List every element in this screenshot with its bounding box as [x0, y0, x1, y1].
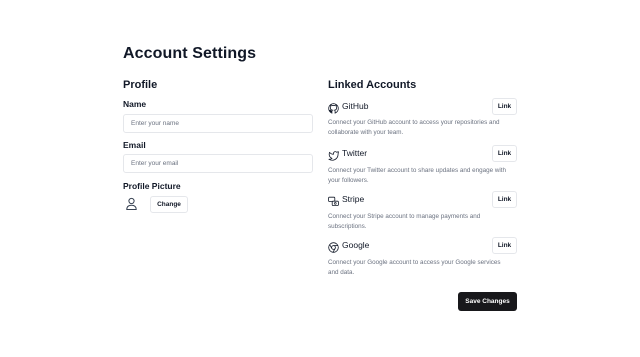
- user-icon: [125, 197, 138, 211]
- link-github-button[interactable]: Link: [492, 98, 517, 115]
- link-stripe-button[interactable]: Link: [492, 191, 517, 208]
- linked-accounts-title: Linked Accounts: [328, 79, 417, 91]
- github-account-name: GitHub: [342, 101, 369, 111]
- email-input[interactable]: [123, 154, 313, 173]
- google-chrome-icon: [328, 240, 339, 253]
- twitter-account-name: Twitter: [342, 148, 368, 158]
- page-title: Account Settings: [123, 45, 257, 62]
- link-google-button[interactable]: Link: [492, 237, 517, 254]
- link-twitter-button[interactable]: Link: [492, 145, 517, 162]
- twitter-icon: [328, 148, 339, 161]
- name-input[interactable]: [123, 114, 313, 133]
- google-account-name: Google: [342, 240, 370, 250]
- google-account-description: Connect your Google account to access yo…: [328, 259, 501, 276]
- stripe-account-name: Stripe: [342, 194, 365, 204]
- github-account-description: Connect your GitHub account to access yo…: [328, 119, 500, 136]
- profile-section-title: Profile: [123, 79, 158, 91]
- stripe-account-description: Connect your Stripe account to manage pa…: [328, 213, 481, 230]
- email-label: Email: [123, 140, 146, 150]
- change-picture-button[interactable]: Change: [150, 196, 188, 213]
- twitter-account-description: Connect your Twitter account to share up…: [328, 167, 507, 184]
- profile-picture-label: Profile Picture: [123, 181, 181, 191]
- github-icon: [328, 101, 339, 114]
- name-label: Name: [123, 99, 147, 109]
- stripe-icon: [328, 194, 339, 206]
- save-changes-button[interactable]: Save Changes: [458, 292, 517, 311]
